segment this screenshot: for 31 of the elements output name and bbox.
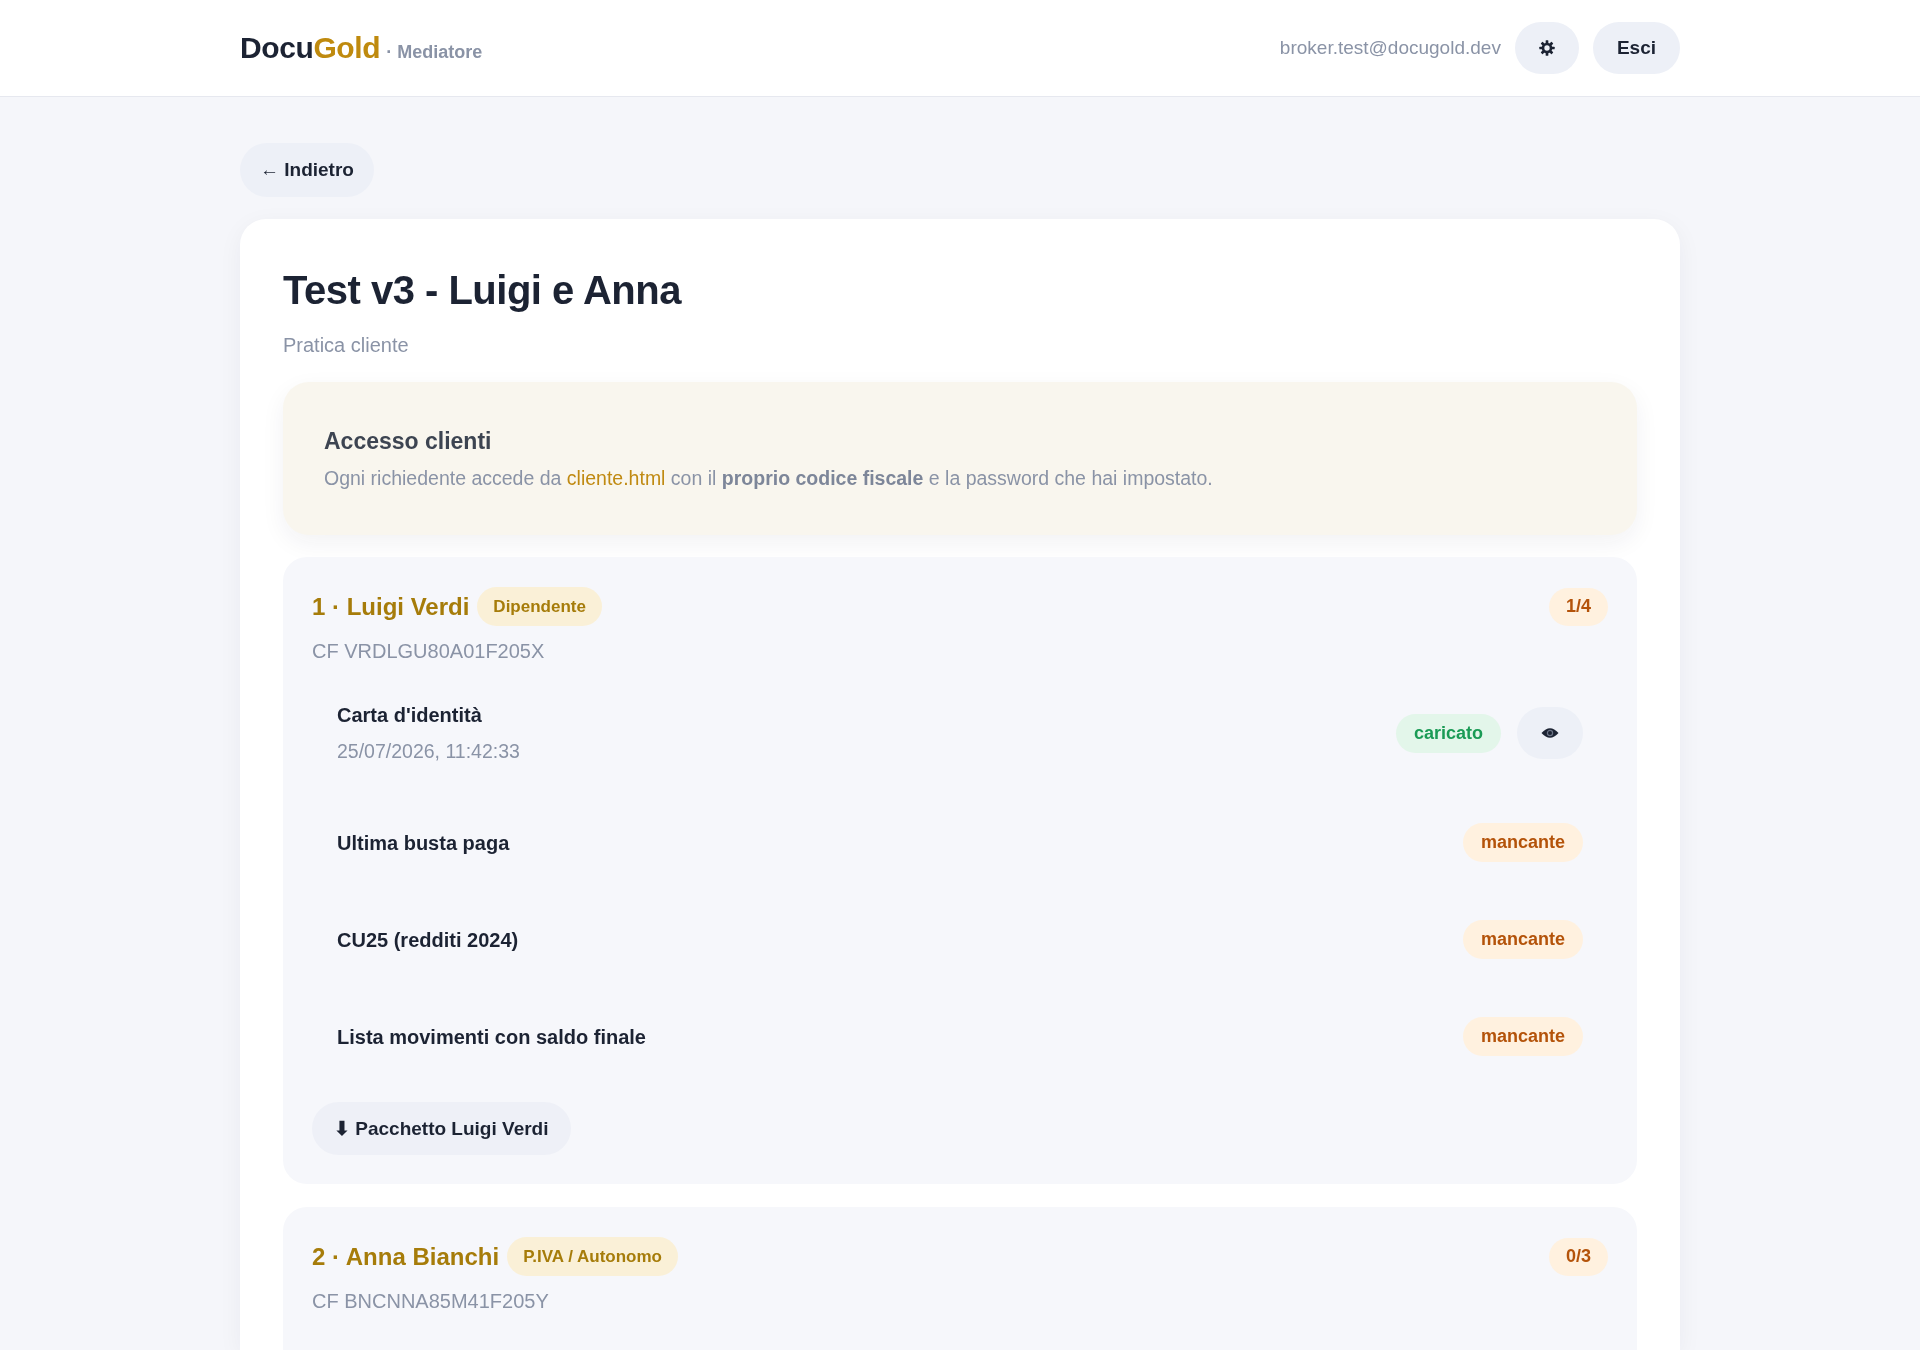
brand-logo: DocuGold (240, 31, 381, 65)
document-title: CU25 (redditi 2024) (337, 927, 519, 953)
role-label: · Mediatore (386, 41, 483, 63)
logout-button[interactable]: Esci (1592, 22, 1680, 74)
upload-date: 25/07/2026, 11:42:33 (337, 739, 520, 764)
practice-subtitle: Pratica cliente (283, 333, 409, 358)
progress-badge: 1/4 (1548, 587, 1608, 626)
document-title: Lista movimenti con saldo finale (337, 1024, 646, 1050)
status-badge: mancante (1462, 1017, 1583, 1056)
employment-type-badge: Dipendente (477, 587, 602, 626)
user-email: broker.test@docugold.dev (1279, 37, 1501, 59)
access-title: Accesso clienti (324, 427, 492, 456)
tax-code: CF VRDLGU80A01F205X (312, 639, 545, 664)
view-button[interactable] (1517, 707, 1583, 759)
status-badge: mancante (1462, 823, 1583, 862)
access-instructions: Ogni richiedente accede da cliente.html con il proprio codice fiscale e la password che hai impostato. (324, 466, 1213, 491)
employment-type-badge: P.IVA / Autonomo (507, 1237, 678, 1276)
progress-badge: 0/3 (1548, 1237, 1608, 1276)
applicant-name: 1 · Luigi Verdi (312, 592, 470, 621)
settings-icon (1538, 40, 1555, 56)
eye-icon (1541, 727, 1559, 739)
document-title: Carta d'identità (337, 703, 482, 728)
practice-title: Test v3 - Luigi e Anna (283, 267, 681, 314)
settings-button[interactable] (1514, 22, 1579, 74)
back-button[interactable]: ← Indietro (240, 143, 374, 197)
document-title: Ultima busta paga (337, 830, 510, 856)
status-badge: caricato (1395, 713, 1501, 753)
tax-code: CF BNCNNA85M41F205Y (312, 1289, 549, 1314)
status-badge: mancante (1462, 920, 1583, 959)
download-button[interactable]: ⬇ Pacchetto Luigi Verdi (312, 1102, 571, 1155)
applicant-name: 2 · Anna Bianchi (312, 1242, 500, 1271)
